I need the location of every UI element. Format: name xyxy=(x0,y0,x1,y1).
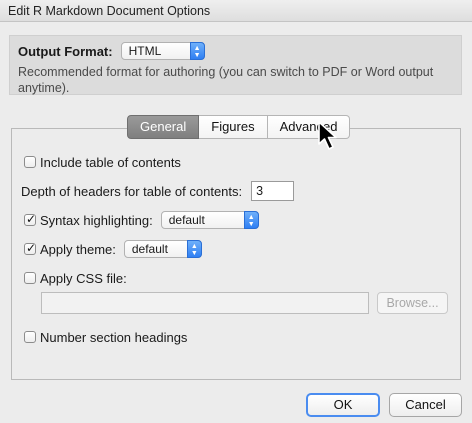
toc-depth-input[interactable]: 3 xyxy=(251,181,295,201)
theme-select[interactable]: default ▲ ▼ xyxy=(123,240,202,258)
theme-value: default xyxy=(131,242,168,256)
ok-button[interactable]: OK xyxy=(306,393,380,417)
output-format-value: HTML xyxy=(128,44,162,58)
number-sections-checkbox[interactable] xyxy=(24,331,36,343)
tab-figures[interactable]: Figures xyxy=(199,115,268,139)
cancel-button[interactable]: Cancel xyxy=(389,393,462,417)
checkmark-icon: ✓ xyxy=(26,212,37,226)
highlight-value: default xyxy=(168,213,205,227)
toc-depth-row: Depth of headers for table of contents: … xyxy=(21,181,295,201)
css-row: Apply CSS file: xyxy=(24,269,127,287)
title-bar: Edit R Markdown Document Options xyxy=(0,0,472,22)
css-label: Apply CSS file: xyxy=(40,270,127,286)
mouse-pointer-icon xyxy=(318,121,337,150)
up-down-chevron-icon: ▲ ▼ xyxy=(189,42,205,60)
css-checkbox[interactable] xyxy=(24,272,36,284)
css-file-input[interactable] xyxy=(41,292,369,314)
output-format-section: Output Format: HTML ▲ ▼ Recommended forma… xyxy=(9,35,462,95)
highlight-checkbox[interactable]: ✓ xyxy=(24,212,37,226)
tab-general[interactable]: General xyxy=(127,115,200,139)
highlight-select[interactable]: default ▲ ▼ xyxy=(160,211,259,229)
number-sections-row: Number section headings xyxy=(24,328,187,346)
output-format-row: Output Format: HTML ▲ ▼ xyxy=(18,41,205,61)
toc-row: Include table of contents xyxy=(24,153,181,171)
output-format-description: Recommended format for authoring (you ca… xyxy=(18,65,434,95)
highlight-label: Syntax highlighting: xyxy=(40,212,153,228)
theme-row: ✓ Apply theme: default ▲ ▼ xyxy=(24,240,202,258)
checkmark-icon: ✓ xyxy=(26,241,37,255)
browse-button[interactable]: Browse... xyxy=(377,292,448,314)
theme-label: Apply theme: xyxy=(40,241,116,257)
window-title: Edit R Markdown Document Options xyxy=(8,4,211,18)
toc-label: Include table of contents xyxy=(40,154,181,170)
number-sections-label: Number section headings xyxy=(40,329,188,345)
output-format-select[interactable]: HTML ▲ ▼ xyxy=(120,42,205,60)
theme-checkbox[interactable]: ✓ xyxy=(24,241,37,255)
highlight-row: ✓ Syntax highlighting: default ▲ ▼ xyxy=(24,211,259,229)
output-format-label: Output Format: xyxy=(18,43,113,59)
toc-depth-label: Depth of headers for table of contents: xyxy=(21,183,243,199)
toc-checkbox[interactable] xyxy=(24,156,36,168)
up-down-chevron-icon: ▲ ▼ xyxy=(243,211,259,229)
up-down-chevron-icon: ▲ ▼ xyxy=(186,240,202,258)
